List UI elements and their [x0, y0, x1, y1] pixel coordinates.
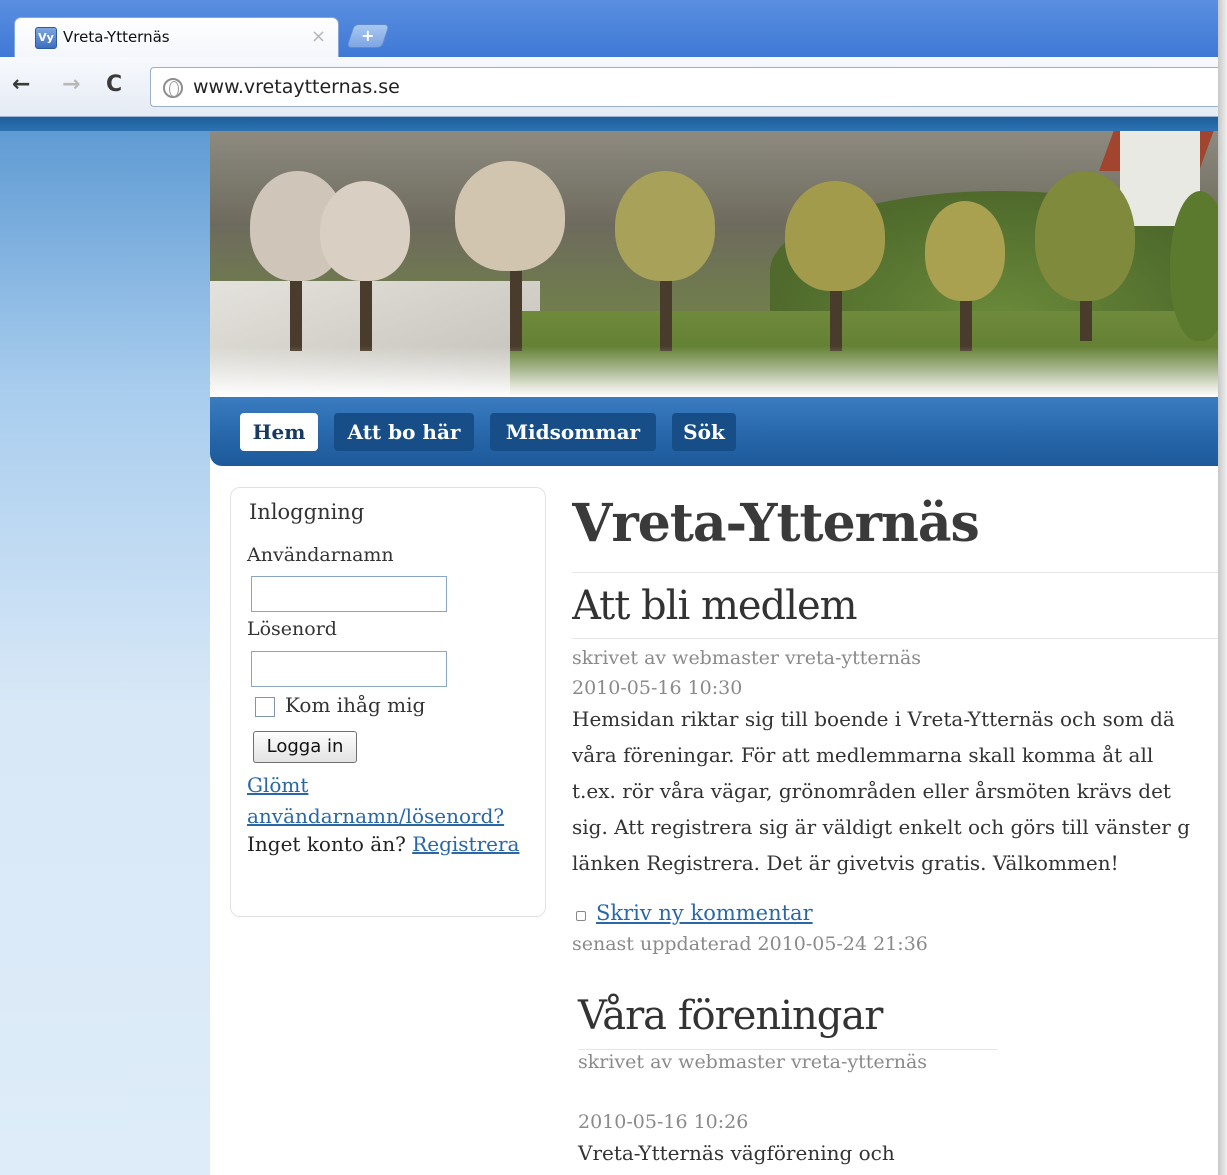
banner-tree	[785, 181, 885, 291]
write-comment-link[interactable]: Skriv ny kommentar	[596, 901, 813, 925]
banner-tree	[925, 201, 1005, 301]
banner-tree	[615, 171, 715, 281]
tab-title: Vreta-Ytternäs	[63, 28, 170, 46]
forgot-link-line2[interactable]: användarnamn/lösenord?	[247, 804, 504, 828]
article-author: skrivet av webmaster vreta-ytternäs	[578, 1051, 928, 1073]
login-panel: Inloggning Användarnamn Lösenord Kom ihå…	[230, 487, 546, 917]
no-account-text: Inget konto än? Registrera	[247, 832, 519, 856]
login-button[interactable]: Logga in	[253, 731, 357, 763]
banner-tree	[455, 161, 565, 271]
article-date: 2010-05-16 10:30	[572, 677, 743, 699]
password-label: Lösenord	[247, 618, 337, 640]
browser-toolbar: ← → C www.vretaytternas.se	[0, 57, 1218, 117]
banner-fade	[210, 346, 1218, 399]
article-body-line: sig. Att registrera sig är väldigt enkel…	[572, 815, 1191, 839]
last-updated: senast uppdaterad 2010-05-24 21:36	[572, 933, 928, 955]
page-top-band	[0, 117, 1218, 131]
browser-tab[interactable]: Vy Vreta-Ytternäs ×	[14, 17, 339, 57]
plus-icon: +	[361, 26, 375, 45]
address-bar[interactable]: www.vretaytternas.se	[150, 67, 1218, 107]
forgot-link-line1[interactable]: Glömt	[247, 773, 308, 797]
banner-tree	[1035, 171, 1135, 301]
forgot-credentials-link[interactable]: Glömt användarnamn/lösenord?	[247, 770, 537, 832]
banner-tree	[320, 181, 410, 281]
back-arrow-icon[interactable]: ←	[12, 72, 30, 97]
article-title: Att bli medlem	[572, 583, 858, 629]
header-banner-image	[210, 131, 1218, 399]
forward-arrow-icon[interactable]: →	[62, 72, 80, 97]
nav-item-midsommar[interactable]: Midsommar	[490, 413, 656, 451]
main-navigation: Hem Att bo här Midsommar Sök	[210, 397, 1218, 466]
article-divider	[578, 1049, 998, 1050]
register-link[interactable]: Registrera	[412, 832, 519, 856]
comment-icon	[576, 911, 586, 921]
tab-strip: Vy Vreta-Ytternäs × +	[0, 0, 1218, 57]
nav-item-sok[interactable]: Sök	[672, 413, 736, 451]
browser-chrome: Vy Vreta-Ytternäs × + ← → C www.vretaytt…	[0, 0, 1218, 131]
password-input[interactable]	[251, 651, 447, 687]
username-label: Användarnamn	[247, 544, 394, 566]
site-favicon-icon: Vy	[35, 27, 57, 49]
article-title: Våra föreningar	[578, 993, 883, 1039]
nav-item-att-bo-har[interactable]: Att bo här	[334, 413, 474, 451]
article-author: skrivet av webmaster vreta-ytternäs	[572, 647, 922, 669]
title-divider	[572, 572, 1218, 573]
main-content: Vreta-Ytternäs Att bli medlem skrivet av…	[572, 487, 1218, 1175]
nav-item-hem[interactable]: Hem	[240, 413, 318, 451]
remember-me-checkbox[interactable]	[255, 697, 275, 717]
username-input[interactable]	[251, 576, 447, 612]
globe-icon	[163, 78, 183, 98]
page-background-gradient	[0, 131, 210, 1175]
article-body-line: t.ex. rör våra vägar, grönområden eller …	[572, 779, 1171, 803]
no-account-label: Inget konto än?	[247, 832, 406, 856]
article-body-line: Hemsidan riktar sig till boende i Vreta-…	[572, 707, 1175, 731]
window-edge-shadow	[1218, 0, 1227, 1175]
url-text[interactable]: www.vretaytternas.se	[193, 76, 400, 98]
reload-icon[interactable]: C	[106, 72, 122, 97]
article-date: 2010-05-16 10:26	[578, 1111, 749, 1133]
remember-me-label: Kom ihåg mig	[285, 693, 426, 717]
login-title: Inloggning	[249, 500, 365, 524]
article-body-line: länken Registrera. Det är givetvis grati…	[572, 851, 1119, 875]
close-tab-icon[interactable]: ×	[311, 26, 326, 47]
article-body-line: Vreta-Ytternäs vägförening och	[578, 1141, 895, 1165]
web-page: Hem Att bo här Midsommar Sök Inloggning …	[0, 131, 1218, 1175]
article-body-line: våra föreningar. För att medlemmarna ska…	[572, 743, 1154, 767]
new-tab-button[interactable]: +	[346, 24, 390, 48]
site-title: Vreta-Ytternäs	[572, 493, 980, 554]
article-divider	[572, 638, 1218, 639]
